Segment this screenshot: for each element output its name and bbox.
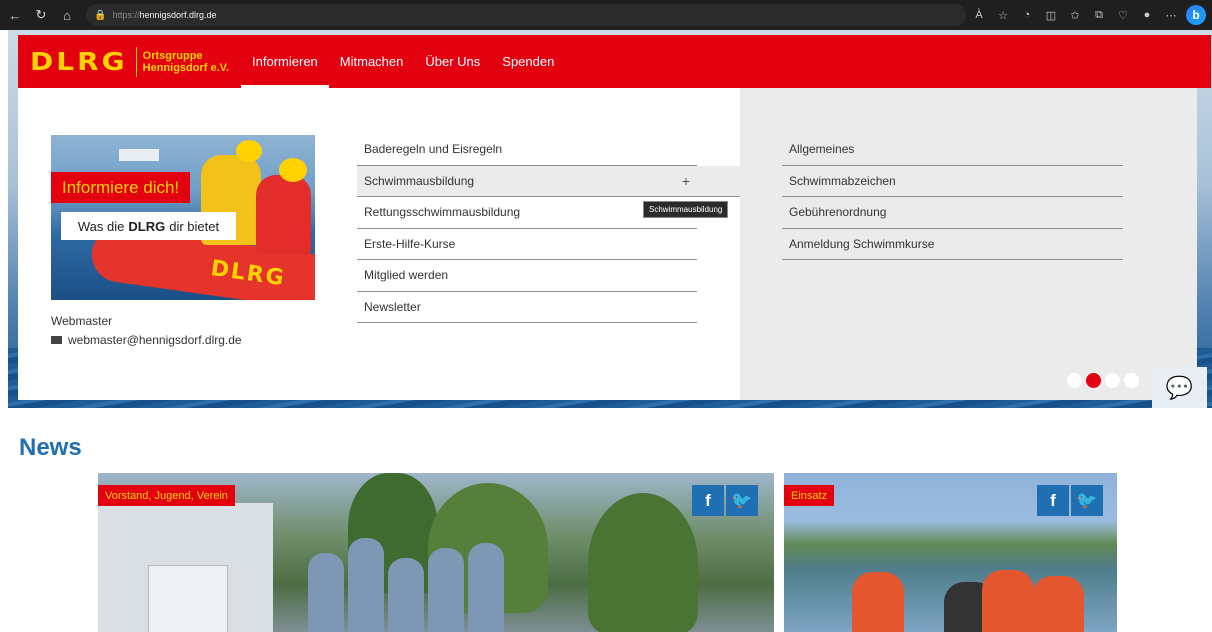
news-card[interactable]: Einsatz f 🐦 (784, 473, 1117, 632)
envelope-icon (51, 336, 62, 344)
submenu-link-anmeldung[interactable]: Anmeldung Schwimmkurse (782, 229, 1123, 260)
menu-link-newsletter[interactable]: Newsletter (357, 292, 697, 323)
browser-toolbar: ← ↻ ⌂ 🔒 https:// hennigsdorf.dlrg.de À … (0, 0, 1212, 30)
more-icon[interactable]: ⋯ (1162, 6, 1180, 24)
collections-icon[interactable]: ⧉ (1090, 6, 1108, 24)
url-protocol: https:// (112, 10, 140, 20)
copilot-icon[interactable]: b (1186, 5, 1206, 25)
submenu-link-gebuehrenordnung[interactable]: Gebührenordnung (782, 197, 1123, 229)
menu-item-mitmachen[interactable]: Mitmachen (329, 35, 415, 88)
browser-tools: À ☆ ◔ ◫ ✩ ⧉ ♡ ● ⋯ b (970, 5, 1212, 25)
url-host: hennigsdorf.dlrg.de (139, 10, 217, 20)
schwimmausbildung-submenu: Allgemeines Schwimmabzeichen Gebührenord… (782, 134, 1123, 260)
news-category-badge[interactable]: Einsatz (784, 485, 835, 506)
news-heading: News (19, 434, 82, 461)
menu-link-erste-hilfe[interactable]: Erste-Hilfe-Kurse (357, 229, 697, 260)
share-buttons: f 🐦 (1037, 485, 1103, 516)
submenu-link-allgemeines[interactable]: Allgemeines (782, 134, 1123, 166)
facebook-icon[interactable]: f (692, 485, 724, 516)
page: DLRG Ortsgruppe Hennigsdorf e.V. Informi… (0, 30, 1212, 632)
menu-link-schwimmausbildung[interactable]: Schwimmausbildung + (357, 165, 740, 197)
main-menu: Informieren Mitmachen Über Uns Spenden (241, 35, 565, 88)
slider-dot[interactable] (1067, 373, 1082, 388)
tooltip: Schwimmausbildung (643, 201, 729, 218)
browser-essentials-icon[interactable]: ♡ (1114, 6, 1132, 24)
menu-item-informieren[interactable]: Informieren (241, 35, 329, 88)
menu-item-ueber-uns[interactable]: Über Uns (414, 35, 491, 88)
profile-icon[interactable]: ● (1138, 6, 1156, 24)
promo-headline: Informiere dich! (51, 172, 191, 203)
promo-subline: Was die DLRG dir bietet (61, 212, 236, 240)
twitter-icon[interactable]: 🐦 (1071, 485, 1103, 516)
news-category-badge[interactable]: Vorstand, Jugend, Verein (98, 485, 235, 506)
webmaster-contact: Webmaster webmaster@hennigsdorf.dlrg.de (51, 314, 242, 347)
twitter-icon[interactable]: 🐦 (726, 485, 758, 516)
informieren-menu: Baderegeln und Eisregeln Schwimmausbildu… (357, 134, 740, 323)
favorite-star-icon[interactable]: ☆ (994, 6, 1012, 24)
mega-menu: DLRG Informiere dich! Was die DLRG dir b… (18, 88, 1197, 400)
logo-org: Ortsgruppe Hennigsdorf e.V. (142, 49, 230, 74)
menu-link-mitglied-werden[interactable]: Mitglied werden (357, 260, 697, 292)
menu-item-spenden[interactable]: Spenden (491, 35, 565, 88)
extension-icon[interactable]: ◔ (1018, 6, 1036, 24)
slider-dots (1067, 373, 1139, 388)
share-buttons: f 🐦 (692, 485, 758, 516)
favorites-icon[interactable]: ✩ (1066, 6, 1084, 24)
split-screen-icon[interactable]: ◫ (1042, 6, 1060, 24)
lock-icon[interactable]: 🔒 (94, 10, 106, 21)
refresh-icon[interactable]: ↻ (30, 4, 52, 26)
read-aloud-icon[interactable]: À (970, 6, 988, 24)
menu-link-baderegeln[interactable]: Baderegeln und Eisregeln (357, 134, 697, 166)
top-navigation: DLRG Ortsgruppe Hennigsdorf e.V. Informi… (18, 35, 1211, 88)
address-bar[interactable]: 🔒 https:// hennigsdorf.dlrg.de (86, 4, 966, 26)
slider-dot[interactable] (1124, 373, 1139, 388)
facebook-icon[interactable]: f (1037, 485, 1069, 516)
webmaster-label: Webmaster (51, 314, 113, 328)
promo-image[interactable]: DLRG Informiere dich! Was die DLRG dir b… (51, 135, 315, 300)
chat-icon: 💬 (1165, 374, 1194, 400)
logo[interactable]: DLRG Ortsgruppe Hennigsdorf e.V. (18, 35, 229, 88)
news-card[interactable]: Vorstand, Jugend, Verein f 🐦 (98, 473, 774, 632)
chat-button[interactable]: 💬 (1152, 367, 1207, 408)
home-icon[interactable]: ⌂ (56, 4, 78, 26)
slider-dot[interactable] (1105, 373, 1120, 388)
back-icon[interactable]: ← (4, 4, 26, 26)
logo-text: DLRG (30, 46, 128, 77)
expand-plus-icon[interactable]: + (682, 173, 690, 189)
slider-dot-active[interactable] (1086, 373, 1101, 388)
webmaster-email[interactable]: webmaster@hennigsdorf.dlrg.de (51, 333, 242, 347)
submenu-link-schwimmabzeichen[interactable]: Schwimmabzeichen (782, 166, 1123, 197)
